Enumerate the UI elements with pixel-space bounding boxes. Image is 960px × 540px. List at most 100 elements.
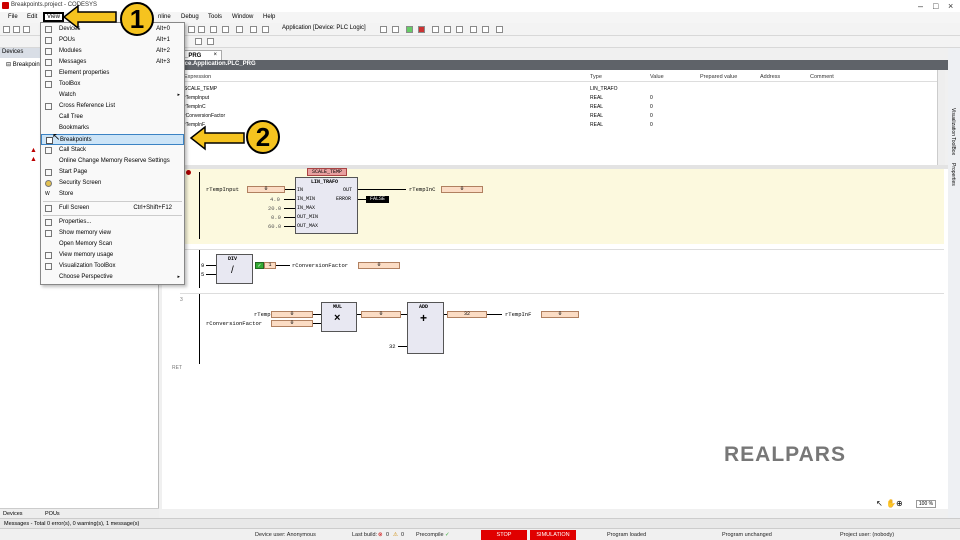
menu-separator (43, 215, 182, 216)
toolbar-icon-11[interactable] (195, 38, 202, 45)
value-rconversionfactor-input[interactable]: 0 (271, 320, 313, 327)
table-scrollbar[interactable] (937, 70, 945, 165)
menu-item-view-memory-usage[interactable]: View memory usage (41, 250, 184, 261)
var-rconversionfactor-input[interactable]: rConversionFactor (206, 320, 262, 327)
const-out-min[interactable]: 0.0 (271, 214, 281, 221)
value-rtempinf[interactable]: 0 (541, 311, 579, 318)
var-rconversionfactor[interactable]: rConversionFactor (292, 262, 348, 269)
div-result-value[interactable]: 1 (264, 262, 276, 269)
fb-instance-label[interactable]: SCALE_TEMP (307, 168, 347, 176)
run-icon[interactable] (406, 26, 413, 33)
open-file-icon[interactable] (13, 26, 20, 33)
table-row[interactable]: rTempInC REAL 0 (162, 103, 937, 112)
const-in-min[interactable]: 4.0 (270, 196, 280, 203)
tab-devices[interactable]: Devices (3, 511, 23, 517)
menu-item-call-stack[interactable]: Call Stack (41, 145, 184, 156)
stop-icon[interactable] (418, 26, 425, 33)
value-rtempinput[interactable]: 0 (247, 186, 285, 193)
const-out-max[interactable]: 60.0 (268, 223, 281, 230)
value-rconversionfactor[interactable]: 0 (358, 262, 400, 269)
menu-item-start-page[interactable]: Start Page (41, 167, 184, 178)
pin-out-max: OUT_MAX (297, 223, 319, 229)
menu-online[interactable]: nline (158, 14, 171, 20)
toolbar-icon-1[interactable] (188, 26, 195, 33)
menu-window[interactable]: Window (232, 14, 253, 20)
application-selector[interactable]: Application [Device: PLC Logic] (282, 25, 366, 31)
menu-item-modules[interactable]: Modules Alt+2 (41, 46, 184, 57)
close-button[interactable]: × (948, 1, 953, 11)
menu-item-watch[interactable]: Watch ▸ (41, 90, 184, 101)
visualization-toolbox-tab[interactable]: Visualization ToolBox (950, 108, 956, 155)
const-in-max[interactable]: 20.0 (268, 205, 281, 212)
toolbar-icon-3[interactable] (210, 26, 217, 33)
login-icon[interactable] (380, 26, 387, 33)
menu-item-show-memory-view[interactable]: Show memory view (41, 228, 184, 239)
menu-item-properties[interactable]: Properties... (41, 217, 184, 228)
step-into-icon[interactable] (444, 26, 451, 33)
div-in2[interactable]: 5 (201, 271, 204, 278)
properties-tab[interactable]: Properties (950, 163, 956, 186)
menu-debug[interactable]: Debug (181, 14, 199, 20)
logout-icon[interactable] (392, 26, 399, 33)
close-tab-icon[interactable]: × (213, 52, 217, 58)
toolbar-icon-6[interactable] (250, 26, 257, 33)
error-value[interactable]: FALSE (366, 196, 389, 203)
table-row[interactable]: SCALE_TEMP LIN_TRAFO (162, 85, 937, 94)
menu-item-pous[interactable]: POUs Alt+1 (41, 35, 184, 46)
var-rtempinf[interactable]: rTempInF (505, 311, 531, 318)
save-icon[interactable] (23, 26, 30, 33)
multiply-symbol: × (334, 312, 341, 324)
maximize-button[interactable]: □ (933, 1, 938, 11)
add-constant[interactable]: 32 (389, 343, 396, 350)
pin-out: OUT (343, 187, 353, 193)
zoom-in-icon[interactable]: ⊕ (896, 499, 903, 508)
toolbar-icon-7[interactable] (262, 26, 269, 33)
menu-item-call-tree[interactable]: Call Tree (41, 112, 184, 123)
toolbar-icon-12[interactable] (207, 38, 214, 45)
add-output-value[interactable]: 32 (447, 311, 487, 318)
menu-item-open-memory-scan[interactable]: Open Memory Scan (41, 239, 184, 250)
tab-pous[interactable]: POUs (45, 511, 60, 517)
pointer-icon[interactable]: ↖ (876, 499, 883, 508)
div-in1[interactable]: 9 (201, 262, 204, 269)
breakpoint-marker-icon[interactable] (186, 170, 191, 175)
new-file-icon[interactable] (3, 26, 10, 33)
value-rtempinc[interactable]: 0 (441, 186, 483, 193)
menu-item-store[interactable]: W Store (41, 189, 184, 200)
menu-item-full-screen[interactable]: Full Screen Ctrl+Shift+F12 (41, 203, 184, 214)
zoom-level[interactable]: 100 % (916, 500, 936, 508)
menu-item-bookmarks[interactable]: Bookmarks (41, 123, 184, 134)
value-rtempinc-input[interactable]: 0 (271, 311, 313, 318)
menu-edit[interactable]: Edit (27, 14, 37, 20)
toolbar-icon-4[interactable] (222, 26, 229, 33)
menu-help[interactable]: Help (263, 14, 275, 20)
menu-item-online-change-memory[interactable]: Online Change Memory Reserve Settings (41, 156, 184, 167)
menu-item-toolbox[interactable]: ToolBox (41, 79, 184, 90)
menu-item-breakpoints[interactable]: Breakpoints (41, 134, 184, 145)
hand-icon[interactable]: ✋ (886, 499, 896, 508)
menu-item-visualization-toolbox[interactable]: Visualization ToolBox (41, 261, 184, 272)
menu-item-security-screen[interactable]: Security Screen (41, 178, 184, 189)
step-over-icon[interactable] (432, 26, 439, 33)
messages-bar[interactable]: Messages - Total 0 error(s), 0 warning(s… (0, 518, 960, 528)
table-row[interactable]: rConversionFactor REAL 0 (162, 112, 937, 121)
minimize-button[interactable]: – (918, 1, 923, 11)
menu-item-element-properties[interactable]: Element properties (41, 68, 184, 79)
simulation-badge: SIMULATION (530, 530, 576, 540)
toolbar-icon-10[interactable] (496, 26, 503, 33)
menu-item-choose-perspective[interactable]: Choose Perspective ▸ (41, 272, 184, 283)
toolbar-icon-2[interactable] (198, 26, 205, 33)
toolbar-icon-5[interactable] (236, 26, 243, 33)
table-row[interactable]: rTempInput REAL 0 (162, 94, 937, 103)
mul-output-value[interactable]: 0 (361, 311, 401, 318)
menu-item-cross-reference-list[interactable]: Cross Reference List (41, 101, 184, 112)
var-rtempinput[interactable]: rTempInput (206, 186, 239, 193)
menu-item-messages[interactable]: Messages Alt+3 (41, 57, 184, 68)
step-out-icon[interactable] (456, 26, 463, 33)
status-bar: Device user: Anonymous Last build: ⊗ 0 ⚠… (0, 528, 960, 540)
menu-file[interactable]: File (8, 14, 18, 20)
toolbar-icon-9[interactable] (482, 26, 489, 33)
toolbar-icon-8[interactable] (470, 26, 477, 33)
var-rtempinc[interactable]: rTempInC (409, 186, 435, 193)
menu-tools[interactable]: Tools (208, 14, 222, 20)
